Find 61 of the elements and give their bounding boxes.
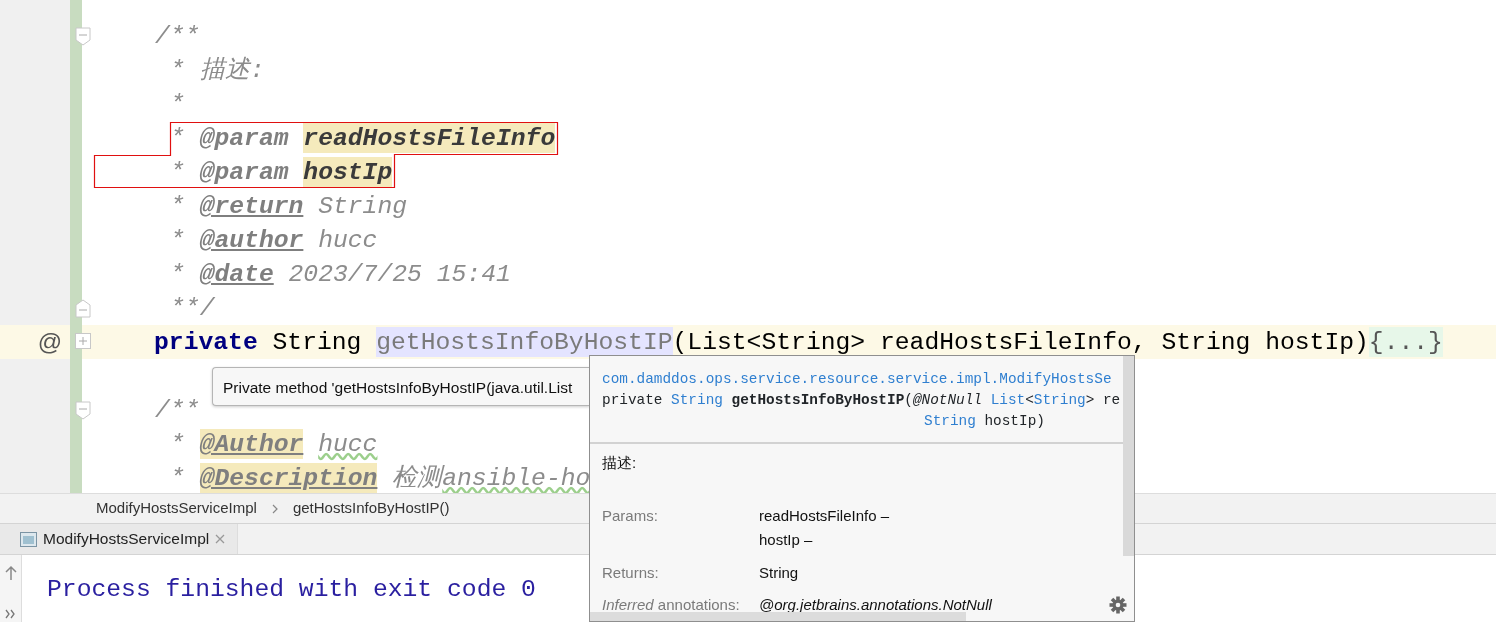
scrollbar[interactable] (1123, 356, 1134, 556)
param-name: readHostsFileInfo (303, 123, 556, 153)
comment-text: /** (155, 395, 200, 425)
chevron-icon (270, 503, 279, 514)
annotation-marker[interactable]: @ (37, 330, 62, 354)
comment-text: * (170, 89, 185, 119)
breadcrumb-item[interactable]: ModifyHostsServiceImpl (96, 497, 257, 520)
up-arrow-icon[interactable] (4, 565, 17, 581)
comment-text: hucc (318, 429, 378, 459)
comment-text: * (170, 123, 185, 153)
close-icon[interactable] (215, 534, 226, 544)
console-tab[interactable]: ModifyHostsServiceImpl (0, 524, 239, 554)
comment-text: **/ (170, 293, 215, 323)
expand-icon[interactable] (75, 333, 91, 349)
description-text: 描述: (602, 453, 638, 473)
scrollbar[interactable] (590, 612, 966, 621)
folded-code: {...} (1368, 327, 1443, 357)
comment-text: * (170, 225, 185, 255)
doc-tag: @Author (199, 429, 304, 459)
console-output: Process finished with exit code 0 (46, 574, 536, 605)
comment-text: 检测 (392, 463, 443, 493)
code-text: (List<String> readHostsFileInfo, String hostIp) (672, 327, 1369, 357)
comment-text: * (170, 429, 185, 459)
comment-text: hucc (318, 225, 378, 255)
settings-icon[interactable] (1109, 596, 1127, 614)
doc-tag: @Description (199, 463, 378, 493)
section-label: Returns: (602, 562, 660, 583)
signature-line: String hostIp) (923, 412, 1046, 431)
code-text: String (272, 327, 362, 357)
section-value: readHostsFileInfo – (759, 505, 890, 526)
comment-text: * (170, 157, 185, 187)
comment-text: 描述: (199, 55, 265, 85)
tooltip: Private method 'getHostsInfoByHostIP(java.util.List (212, 367, 590, 406)
method-name: getHostsInfoByHostIP (376, 327, 673, 357)
signature-line: private String getHostsInfoByHostIP(@NotNull List<String> re (602, 391, 1122, 410)
comment-text: 2023/7/25 15:41 (288, 259, 511, 289)
comment-text: * (170, 259, 185, 289)
comment-text: * (170, 191, 185, 221)
section-label: Params: (602, 505, 659, 526)
collapse-icon[interactable] (75, 401, 91, 420)
section-value: @org.jetbrains.annotations.NotNull (759, 595, 992, 615)
section-value: String (759, 562, 799, 583)
doc-tag: @param (199, 157, 289, 187)
doc-tag: @return (199, 191, 304, 221)
comment-text: /** (155, 21, 200, 51)
window-icon (20, 531, 37, 547)
section-value: hostIp – (759, 530, 814, 550)
doc-tag: @date (199, 259, 274, 289)
comment-text: * (170, 463, 185, 493)
collapse-icon[interactable] (75, 299, 91, 318)
comment-text: * (170, 55, 185, 85)
double-chevron-icon[interactable] (4, 609, 17, 619)
doc-tag: @param (199, 123, 289, 153)
param-name: hostIp (303, 157, 393, 187)
signature-line: com.damddos.ops.service.resource.service.impl.ModifyHostsSe (602, 370, 1113, 389)
doc-tag: @author (199, 225, 304, 255)
breadcrumb-item[interactable]: getHostsInfoByHostIP() (292, 497, 450, 520)
keyword: private (154, 327, 258, 357)
collapse-icon[interactable] (75, 27, 91, 46)
comment-text: String (318, 191, 408, 221)
section-label: Inferred annotations: (602, 595, 741, 615)
